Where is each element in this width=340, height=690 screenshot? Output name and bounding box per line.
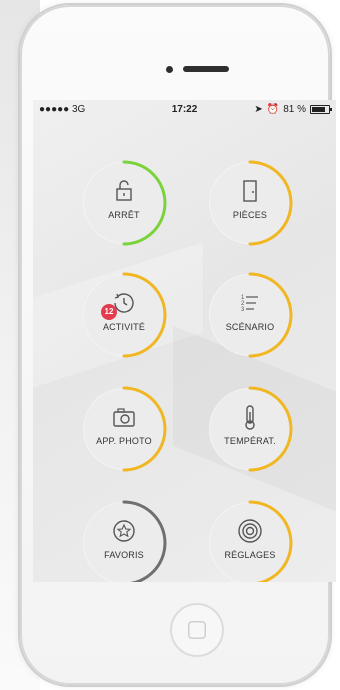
home-square-icon: [188, 621, 206, 639]
menu-item-label: APP. PHOTO: [96, 436, 152, 446]
app-screen: ●●●●● 3G 17:22 ➤ ⏰ 81 % ARRÊT PIÈCES 12 …: [33, 100, 336, 582]
earpiece-speaker: [183, 66, 229, 72]
svg-text:3: 3: [241, 307, 245, 313]
menu-item-app-photo[interactable]: APP. PHOTO: [79, 384, 169, 474]
thermometer-icon: [245, 405, 255, 430]
menu-item-scenario[interactable]: 1 2 3 SCÉNARIO: [205, 270, 295, 360]
lock-open-icon: [116, 180, 132, 201]
menu-item-label: ACTIVITÉ: [102, 322, 146, 332]
camera-icon: [113, 408, 135, 427]
menu-item-label: FAVORIS: [104, 550, 144, 560]
menu-item-label: TEMPÉRAT.: [224, 436, 276, 446]
front-camera: [166, 66, 173, 73]
home-button[interactable]: [170, 603, 224, 657]
settings-target-icon: [238, 519, 262, 543]
menu-item-label: SCÉNARIO: [225, 322, 275, 332]
menu-item-temperat[interactable]: TEMPÉRAT.: [205, 384, 295, 474]
menu-item-label: RÉGLAGES: [224, 550, 276, 560]
status-bar: ●●●●● 3G 17:22 ➤ ⏰ 81 %: [33, 100, 336, 120]
menu-item-label: PIÈCES: [232, 210, 268, 220]
menu-item-arret[interactable]: ARRÊT: [79, 158, 169, 248]
numbered-list-icon: 1 2 3: [241, 295, 258, 313]
menu-item-pieces[interactable]: PIÈCES: [205, 158, 295, 248]
battery-icon: [310, 105, 332, 114]
battery-percentage: 81 %: [283, 104, 306, 115]
status-right: ➤ ⏰ 81 %: [254, 104, 332, 115]
alarm-icon: ⏰: [266, 104, 280, 115]
star-circle-icon: [113, 520, 135, 542]
location-icon: ➤: [254, 104, 263, 115]
door-icon: [243, 180, 257, 202]
menu-item-label: ARRÊT: [108, 210, 140, 220]
menu-item-favoris[interactable]: FAVORIS: [79, 498, 169, 582]
menu-item-activite[interactable]: 12 ACTIVITÉ: [79, 270, 169, 360]
menu-item-reglages[interactable]: RÉGLAGES: [205, 498, 295, 582]
notification-badge: 12: [101, 304, 117, 320]
